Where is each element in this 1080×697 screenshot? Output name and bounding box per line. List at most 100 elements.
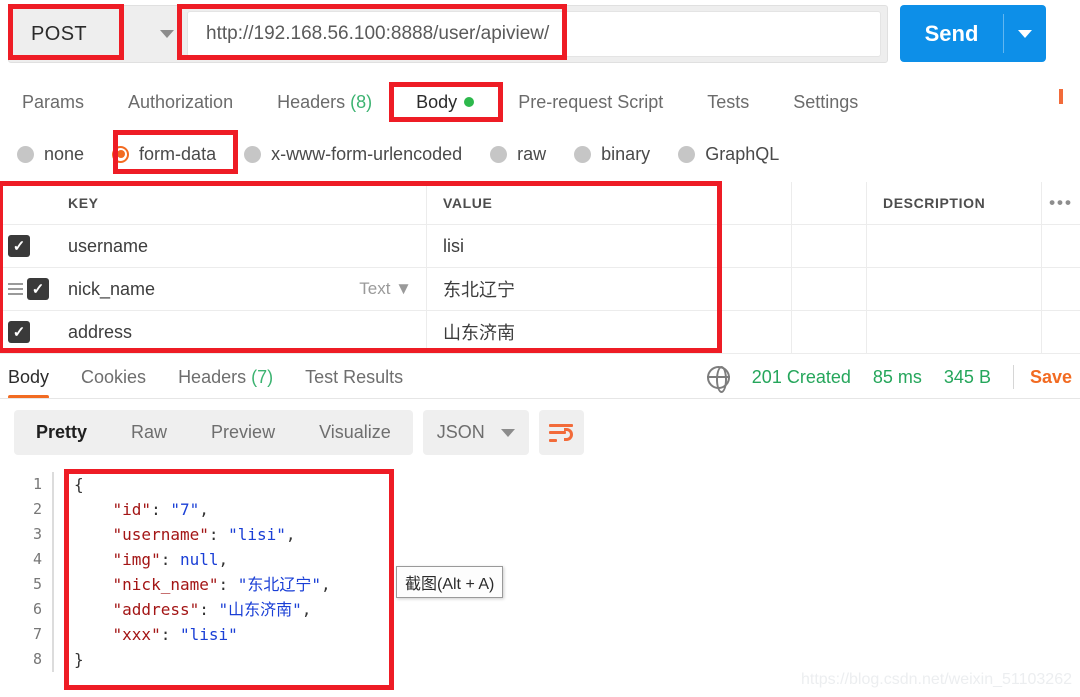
json-token: "address": [112, 600, 200, 619]
row-value-cell[interactable]: lisi: [427, 225, 792, 267]
json-token: "nick_name": [112, 575, 219, 594]
row-options: [1042, 268, 1080, 310]
row-checkbox[interactable]: [27, 278, 49, 300]
tab-label: Settings: [793, 91, 859, 112]
json-token: null: [179, 550, 219, 569]
json-token: ,: [321, 575, 331, 594]
tab-authorization[interactable]: Authorization: [106, 92, 255, 113]
table-row[interactable]: nick_name Text ▼ 东北辽宁: [0, 268, 1080, 311]
header-description-label: DESCRIPTION: [883, 195, 986, 211]
json-token: "username": [112, 525, 209, 544]
radio-icon: [574, 145, 592, 163]
row-value-value: lisi: [443, 235, 464, 256]
table-row[interactable]: username lisi: [0, 225, 1080, 268]
radio-icon: [678, 145, 696, 163]
meta-divider: [1012, 365, 1014, 389]
table-options-button[interactable]: •••: [1042, 182, 1080, 224]
table-row[interactable]: address 山东济南: [0, 311, 1080, 354]
response-format-select[interactable]: JSON: [422, 410, 529, 455]
send-button[interactable]: Send: [900, 5, 1003, 62]
tab-label: Test Results: [305, 366, 404, 387]
http-method-caret[interactable]: [147, 6, 187, 62]
radio-icon: [490, 145, 508, 163]
response-tab-test-results[interactable]: Test Results: [289, 367, 419, 388]
radio-icon: [17, 145, 34, 163]
radio-form-data[interactable]: form-data: [95, 144, 227, 165]
view-tab-preview[interactable]: Preview: [189, 422, 297, 443]
response-tab-headers[interactable]: Headers (7): [162, 367, 289, 388]
row-value-value: 东北辽宁: [443, 280, 515, 300]
globe-icon[interactable]: [706, 365, 730, 393]
header-value-label: VALUE: [443, 195, 493, 211]
json-line-content: "address": "山东济南",: [52, 597, 418, 622]
json-token: :: [160, 625, 180, 644]
row-value-cell[interactable]: 山东济南: [427, 311, 792, 353]
tab-tests[interactable]: Tests: [685, 92, 771, 113]
row-type-dropdown[interactable]: Text ▼: [359, 279, 412, 299]
json-line-content: "id": "7",: [52, 497, 418, 522]
radio-x-www-form-urlencoded[interactable]: x-www-form-urlencoded: [227, 144, 473, 165]
view-tab-pretty[interactable]: Pretty: [14, 422, 109, 443]
row-key-cell[interactable]: username: [52, 225, 427, 267]
view-tab-visualize[interactable]: Visualize: [297, 422, 413, 443]
send-options-button[interactable]: [1004, 5, 1046, 62]
radio-raw[interactable]: raw: [473, 144, 557, 165]
row-description-cell[interactable]: [867, 311, 1042, 353]
line-number: 7: [32, 625, 42, 643]
chevron-down-icon: [1018, 29, 1032, 38]
line-number: 4: [32, 550, 42, 568]
row-value-cell[interactable]: 东北辽宁: [427, 268, 792, 310]
response-body-json[interactable]: 1{2 "id": "7", 3 "username": "lisi", 4 "im…: [18, 472, 418, 690]
http-method-select[interactable]: POST: [9, 6, 147, 62]
line-number: 3: [32, 525, 42, 543]
row-key-value: address: [68, 321, 133, 342]
radio-label: GraphQL: [705, 143, 780, 164]
header-description: DESCRIPTION: [867, 182, 1042, 224]
radio-graphql[interactable]: GraphQL: [661, 144, 790, 165]
row-description-cell[interactable]: [867, 268, 1042, 310]
chevron-down-icon: [160, 30, 174, 38]
row-description-cell[interactable]: [867, 225, 1042, 267]
tab-headers[interactable]: Headers (8): [255, 92, 394, 113]
tab-label: Tests: [707, 91, 750, 112]
json-line: 1{: [18, 472, 418, 497]
request-bar: POST http://192.168.56.100:8888/user/api…: [8, 5, 888, 63]
row-gap: [792, 225, 867, 267]
url-input[interactable]: http://192.168.56.100:8888/user/apiview/: [187, 11, 881, 57]
line-number: 2: [32, 500, 42, 518]
watermark: https://blog.csdn.net/weixin_51103262: [800, 671, 1072, 688]
header-key: KEY: [52, 182, 427, 224]
tab-label: Pretty: [36, 422, 88, 442]
json-token: {: [74, 475, 84, 494]
tab-label: Params: [22, 91, 85, 112]
url-value: http://192.168.56.100:8888/user/apiview/: [206, 23, 550, 44]
tab-settings[interactable]: Settings: [771, 92, 880, 113]
tab-params[interactable]: Params: [0, 92, 106, 113]
row-key-cell[interactable]: nick_name Text ▼: [52, 268, 427, 310]
json-line-content: "xxx": "lisi": [52, 622, 418, 647]
line-number: 5: [32, 575, 42, 593]
save-response-button[interactable]: Save: [1030, 367, 1072, 388]
header-gap: [792, 182, 867, 224]
beautify-button[interactable]: [538, 410, 584, 455]
drag-handle-icon[interactable]: [8, 282, 23, 296]
tab-pre-request-script[interactable]: Pre-request Script: [496, 92, 685, 113]
radio-icon: [244, 145, 262, 163]
radio-none[interactable]: none: [0, 144, 95, 165]
line-number: 6: [32, 600, 42, 618]
row-key-cell[interactable]: address: [52, 311, 427, 353]
json-line-content: "username": "lisi",: [52, 522, 418, 547]
row-checkbox[interactable]: [8, 235, 30, 257]
response-view-bar: Pretty Raw Preview Visualize JSON: [14, 410, 584, 455]
radio-binary[interactable]: binary: [557, 144, 661, 165]
json-token: "lisi": [228, 525, 286, 544]
json-line: 8}: [18, 647, 418, 672]
tab-count: (8): [350, 91, 373, 112]
json-token: }: [74, 650, 84, 669]
row-checkbox[interactable]: [8, 321, 30, 343]
tab-label: Body: [416, 91, 458, 112]
response-tab-body[interactable]: Body: [0, 367, 65, 399]
tab-body[interactable]: Body: [394, 92, 496, 113]
view-tab-raw[interactable]: Raw: [109, 422, 189, 443]
response-tab-cookies[interactable]: Cookies: [65, 367, 162, 388]
